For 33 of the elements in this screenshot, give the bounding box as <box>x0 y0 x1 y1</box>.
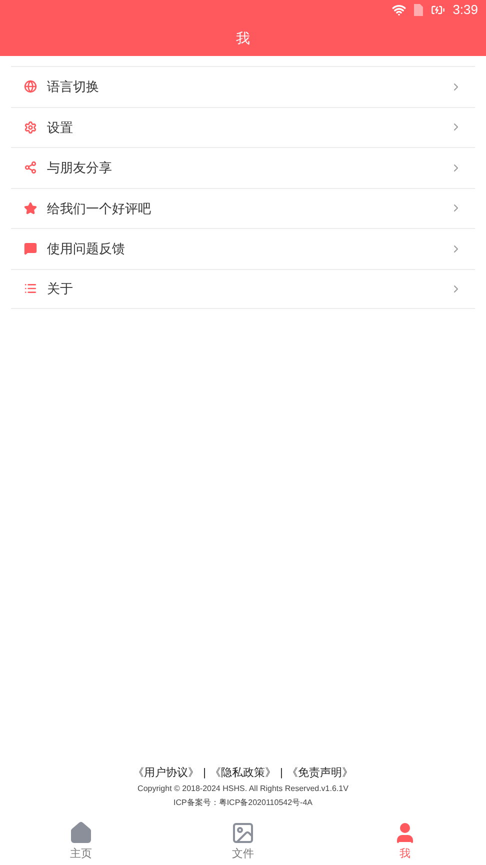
wifi-icon <box>392 3 406 17</box>
separator: | <box>203 766 206 780</box>
gear-icon <box>24 120 37 134</box>
menu-label: 使用问题反馈 <box>47 240 126 258</box>
star-icon <box>24 202 37 215</box>
menu-item[interactable]: 语言切换 <box>11 66 475 106</box>
policy-link[interactable]: 《用户协议》 <box>133 764 200 781</box>
copyright-text: Copyright © 2018-2024 HSHS. All Rights Reserved.v1.6.1V <box>138 783 348 795</box>
menu-item[interactable]: 与朋友分享 <box>11 147 475 188</box>
list-icon <box>24 282 37 296</box>
menu-label: 设置 <box>47 118 74 136</box>
menu-item[interactable]: 关于 <box>11 268 475 309</box>
icp-text: ICP备案号：粤ICP备2020110542号-4A <box>173 797 313 809</box>
clock: 3:39 <box>452 1 478 20</box>
battery-icon <box>430 3 445 17</box>
tab[interactable]: 主页 <box>0 819 162 865</box>
policy-link[interactable]: 《免责声明》 <box>286 764 353 781</box>
feedback-icon <box>24 242 37 256</box>
menu-item[interactable]: 设置 <box>11 106 475 147</box>
menu-label: 给我们一个好评吧 <box>47 200 152 218</box>
no-sim-icon <box>414 4 423 16</box>
policy-link[interactable]: 《隐私政策》 <box>210 764 276 781</box>
menu-label: 与朋友分享 <box>47 159 113 177</box>
separator: | <box>280 766 283 780</box>
menu-label: 关于 <box>47 280 74 298</box>
menu-item[interactable]: 使用问题反馈 <box>11 228 475 268</box>
tab[interactable]: 文件 <box>162 819 324 865</box>
menu-item[interactable]: 给我们一个好评吧 <box>11 188 475 228</box>
share-icon <box>24 161 37 174</box>
globe-icon <box>24 80 37 94</box>
page-title: 我 <box>236 28 250 48</box>
home-icon <box>69 821 93 846</box>
menu-label: 语言切换 <box>47 78 100 96</box>
